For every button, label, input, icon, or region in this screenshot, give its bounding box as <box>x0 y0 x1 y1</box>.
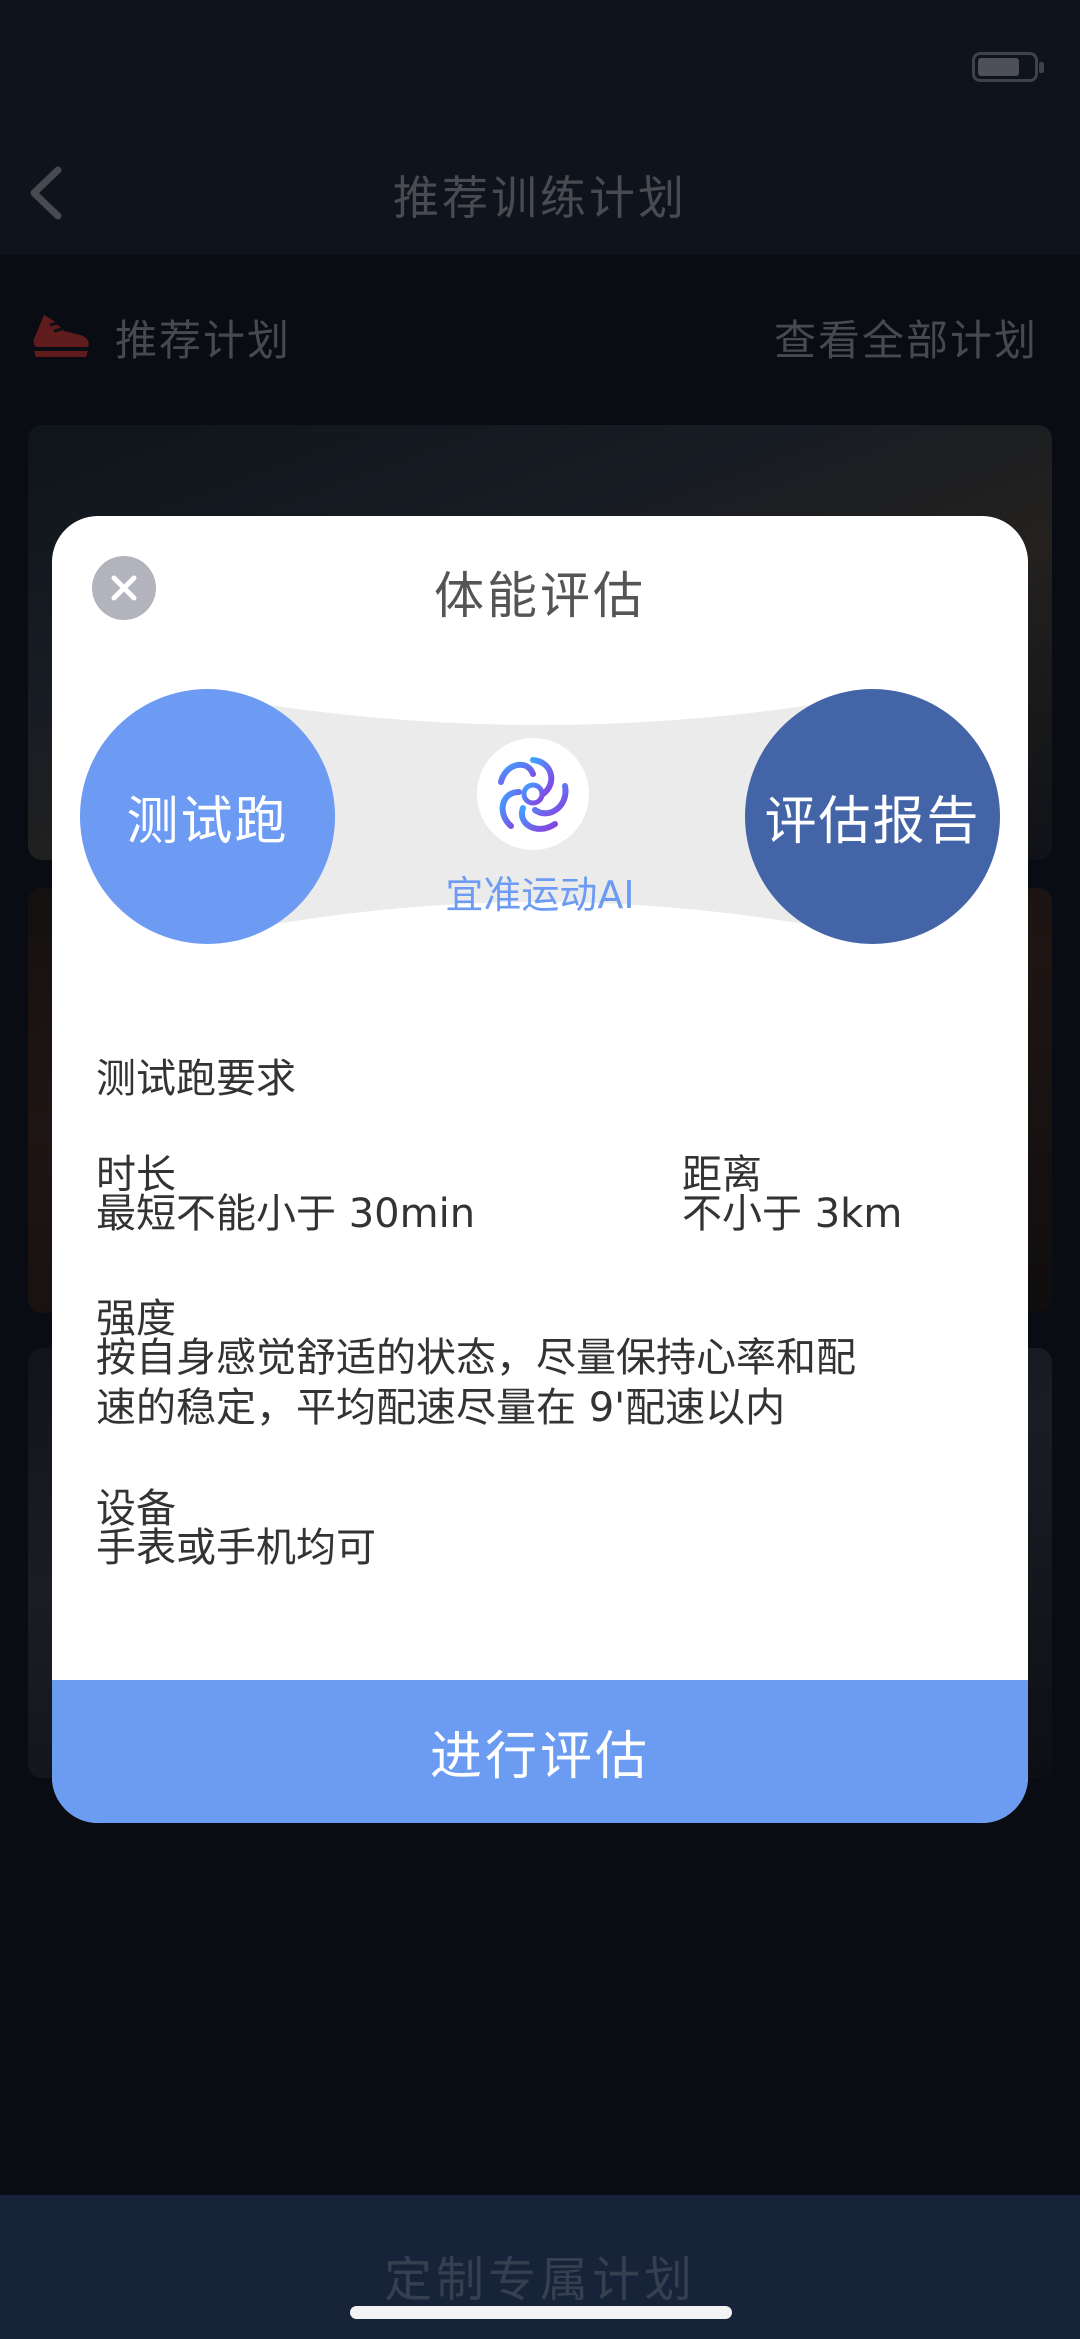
requirements-title: 测试跑要求 <box>96 1056 296 1102</box>
dialog-title: 体能评估 <box>434 567 646 625</box>
start-assessment-button[interactable]: 进行评估 <box>52 1680 1028 1823</box>
intensity-value-line-1: 按自身感觉舒适的状态，尽量保持心率和配 <box>96 1335 856 1381</box>
fitness-assessment-dialog: 体能评估 测试跑 评估报告 宜准运动AI 测试跑要求 时长 最短不能小于 30m… <box>52 516 1028 1823</box>
home-indicator <box>350 2306 732 2319</box>
ai-spiral-logo-icon <box>477 738 589 850</box>
intensity-value-line-2: 速的稳定，平均配速尽量在 9'配速以内 <box>96 1385 786 1431</box>
device-value: 手表或手机均可 <box>96 1525 376 1571</box>
ai-brand-label: 宜准运动AI <box>445 873 635 917</box>
duration-value: 最短不能小于 30min <box>96 1191 476 1237</box>
distance-value: 不小于 3km <box>682 1191 903 1237</box>
